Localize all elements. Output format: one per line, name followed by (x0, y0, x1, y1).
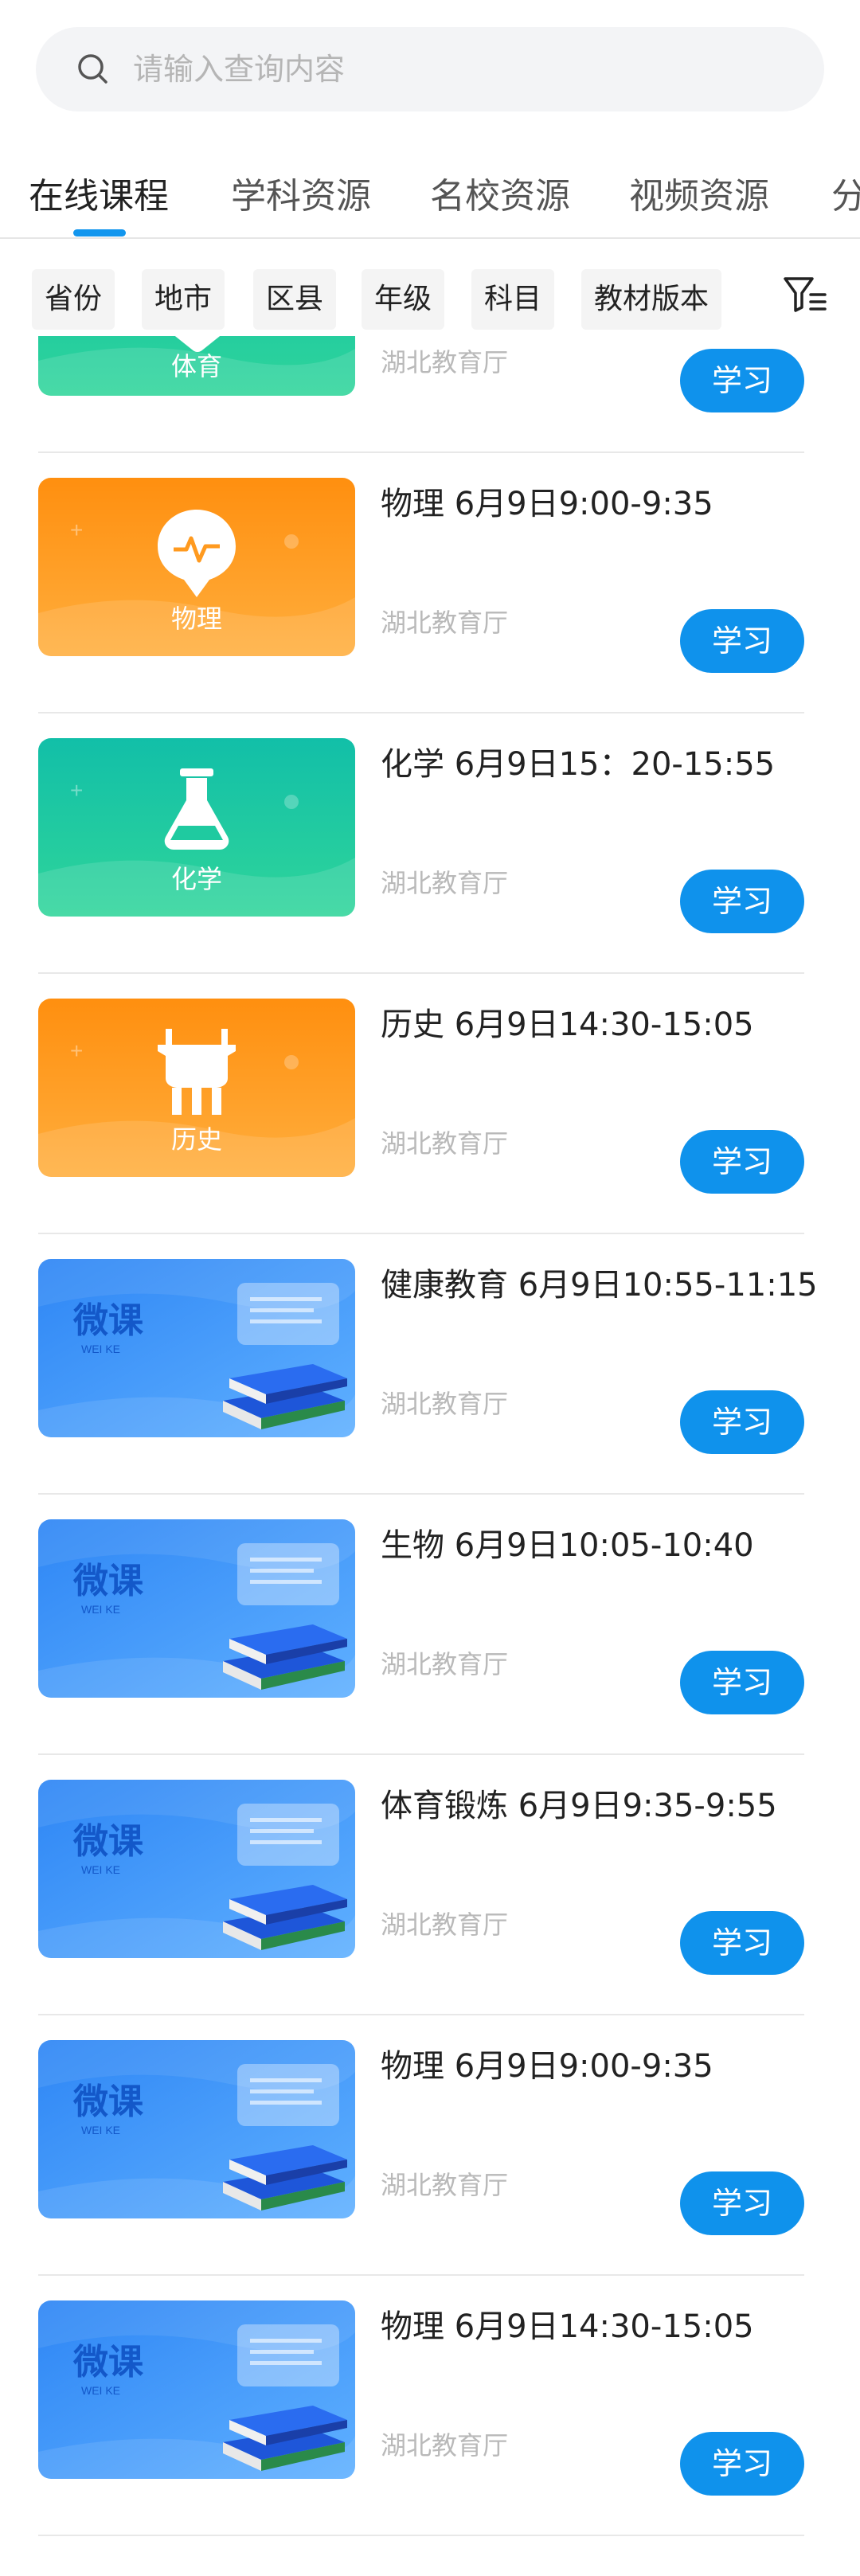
study-button[interactable]: 学习 (680, 2432, 804, 2496)
chat-bubble-icon (237, 1804, 339, 1866)
course-title: 物理 6月9日9:00-9:35 (381, 486, 713, 522)
search-input[interactable] (133, 52, 770, 87)
svg-text:+: + (70, 1038, 83, 1063)
svg-text:+: + (70, 778, 83, 803)
active-tab-indicator (73, 229, 126, 236)
course-source: 湖北教育厅 (381, 1128, 509, 1159)
list-item[interactable]: 微课 WEI KE 生物 6月9日10:05-10:40 湖北教育厅 学习 (0, 1495, 860, 1755)
category-tabs: 在线课程 学科资源 名校资源 视频资源 分 (0, 143, 860, 239)
list-item[interactable]: 微课 WEI KE 体育锻炼 6月9日9:35-9:55 湖北教育厅 学习 (0, 1755, 860, 2015)
filter-district[interactable]: 区县 (253, 269, 337, 330)
thumb-label: 微课 (72, 1301, 144, 1340)
thumb-label: 体育 (171, 352, 222, 381)
thumb-label: 微课 (72, 1822, 144, 1861)
course-source: 湖北教育厅 (381, 868, 509, 898)
search-icon (78, 54, 108, 84)
list-item[interactable]: 微课 WEI KE 健康教育 6月9日10:55-11:15 湖北教育厅 学习 (0, 1234, 860, 1495)
list-item[interactable]: + 历史 历史 6月9日14:30-15:05 湖北教育厅 学习 (0, 974, 860, 1234)
thumb-sublabel: WEI KE (81, 2384, 120, 2397)
course-title: 化学 6月9日15：20-15:55 (381, 746, 776, 783)
list-item[interactable]: + 化学 化学 6月9日15：20-15:55 湖北教育厅 学习 (0, 713, 860, 974)
course-thumbnail[interactable]: 微课 WEI KE (38, 2040, 355, 2218)
thumb-label: 微课 (72, 2082, 144, 2121)
study-button[interactable]: 学习 (680, 1651, 804, 1714)
course-list: 体育 湖北教育厅 学习 + 物理 物理 6月9日9:00-9:35 湖北教育厅 … (0, 336, 860, 2576)
chat-bubble-icon (237, 1543, 339, 1605)
study-button[interactable]: 学习 (680, 349, 804, 412)
study-button[interactable]: 学习 (680, 870, 804, 933)
course-thumbnail[interactable]: 微课 WEI KE (38, 2300, 355, 2479)
list-divider (38, 2535, 804, 2536)
chat-bubble-icon (237, 2324, 339, 2386)
list-item[interactable]: 微课 WEI KE 物理 6月9日14:30-15:05 湖北教育厅 学习 (0, 2276, 860, 2536)
study-button[interactable]: 学习 (680, 2171, 804, 2235)
course-thumbnail[interactable]: + 物理 (38, 478, 355, 656)
filter-bar: 省份 地市 区县 年级 科目 教材版本 (0, 239, 860, 336)
filter-textbook-version[interactable]: 教材版本 (581, 269, 722, 330)
tab-online-courses[interactable]: 在线课程 (29, 167, 169, 218)
course-thumbnail[interactable]: + 历史 (38, 999, 355, 1177)
course-source: 湖北教育厅 (381, 347, 509, 377)
course-source: 湖北教育厅 (381, 2430, 509, 2461)
course-title: 物理 6月9日14:30-15:05 (381, 2308, 754, 2345)
thumb-label: 微课 (72, 2343, 144, 2382)
filter-funnel-icon[interactable] (780, 271, 828, 319)
chat-bubble-icon (237, 2064, 339, 2126)
thumb-sublabel: WEI KE (81, 1343, 120, 1355)
tab-subject-resources[interactable]: 学科资源 (231, 167, 371, 218)
course-source: 湖北教育厅 (381, 1389, 509, 1419)
filter-city[interactable]: 地市 (142, 269, 225, 330)
study-button[interactable]: 学习 (680, 1390, 804, 1454)
course-source: 湖北教育厅 (381, 1910, 509, 1940)
list-item[interactable]: 体育 湖北教育厅 学习 (0, 336, 860, 453)
course-source: 湖北教育厅 (381, 2170, 509, 2200)
filter-subject[interactable]: 科目 (471, 269, 555, 330)
course-source: 湖北教育厅 (381, 1649, 509, 1679)
course-title: 健康教育 6月9日10:55-11:15 (381, 1267, 818, 1304)
thumb-sublabel: WEI KE (81, 1863, 120, 1876)
study-button[interactable]: 学习 (680, 609, 804, 673)
course-source: 湖北教育厅 (381, 608, 509, 638)
filter-grade[interactable]: 年级 (362, 269, 445, 330)
course-thumbnail[interactable]: + 化学 (38, 738, 355, 917)
thumb-sublabel: WEI KE (81, 1603, 120, 1616)
tab-video-resources[interactable]: 视频资源 (629, 167, 769, 218)
thumb-label: 化学 (171, 865, 222, 893)
course-title: 体育锻炼 6月9日9:35-9:55 (381, 1788, 777, 1824)
svg-text:+: + (70, 518, 83, 542)
filter-province[interactable]: 省份 (32, 269, 115, 330)
course-title: 物理 6月9日9:00-9:35 (381, 2048, 713, 2085)
course-thumbnail[interactable]: 体育 (38, 336, 355, 396)
tab-more[interactable]: 分 (831, 167, 860, 218)
course-thumbnail[interactable]: 微课 WEI KE (38, 1259, 355, 1437)
tab-famous-school-resources[interactable]: 名校资源 (430, 167, 570, 218)
course-title: 历史 6月9日14:30-15:05 (381, 1007, 754, 1043)
study-button[interactable]: 学习 (680, 1130, 804, 1194)
search-bar[interactable] (36, 27, 824, 111)
course-title: 生物 6月9日10:05-10:40 (381, 1527, 754, 1564)
thumb-label: 历史 (171, 1125, 222, 1154)
thumb-label: 微课 (72, 1562, 144, 1601)
chat-bubble-icon (237, 1283, 339, 1345)
thumb-label: 物理 (171, 604, 222, 633)
course-thumbnail[interactable]: 微课 WEI KE (38, 1780, 355, 1958)
list-item[interactable]: 微课 WEI KE 物理 6月9日9:00-9:35 湖北教育厅 学习 (0, 2015, 860, 2276)
course-thumbnail[interactable]: 微课 WEI KE (38, 1519, 355, 1698)
study-button[interactable]: 学习 (680, 1911, 804, 1975)
thumb-sublabel: WEI KE (81, 2124, 120, 2136)
list-item[interactable]: + 物理 物理 6月9日9:00-9:35 湖北教育厅 学习 (0, 453, 860, 713)
